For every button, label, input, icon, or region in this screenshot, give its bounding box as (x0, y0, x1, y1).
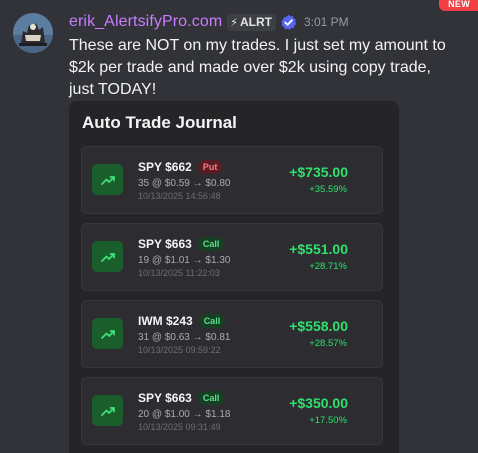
trade-symbol: SPY $663 (138, 237, 192, 251)
trade-percent: +35.59% (309, 184, 347, 195)
trade-time: 10/13/2025 14:56:48 (138, 191, 221, 201)
new-messages-badge[interactable]: NEW (439, 0, 478, 11)
trade-pnl: +$350.00 (289, 395, 348, 411)
trade-card[interactable]: SPY $663 Call 20 @ $1.00 → $1.18 10/13/2… (81, 377, 383, 445)
trade-time: 10/13/2025 11:22:03 (138, 268, 220, 278)
verified-check-icon (280, 14, 297, 31)
trade-symbol: SPY $662 (138, 160, 192, 174)
trade-card[interactable]: SPY $662 Put 35 @ $0.59 → $0.80 10/13/20… (81, 146, 383, 214)
trade-percent: +28.71% (309, 261, 347, 272)
option-type-badge: Call (198, 314, 226, 328)
trade-symbol: IWM $243 (138, 314, 193, 328)
trade-detail: 19 @ $1.01 → $1.30 (138, 255, 231, 266)
trade-detail: 35 @ $0.59 → $0.80 (138, 178, 231, 189)
lightning-icon: ⚡ (230, 16, 238, 29)
avatar-image-icon (13, 13, 53, 53)
trade-pnl: +$735.00 (289, 164, 348, 180)
trade-percent: +28.57% (309, 338, 347, 349)
trade-card[interactable]: SPY $663 Call 19 @ $1.01 → $1.30 10/13/2… (81, 223, 383, 291)
trade-header: SPY $662 Put (138, 160, 223, 174)
message-header: erik_AlertsifyPro.com ⚡ ALRT 3:01 PM (69, 11, 349, 33)
option-type-badge: Call (197, 237, 225, 251)
option-type-badge: Call (197, 391, 225, 405)
username[interactable]: erik_AlertsifyPro.com (69, 13, 222, 31)
trade-header: IWM $243 Call (138, 314, 226, 328)
journal-title: Auto Trade Journal (82, 113, 237, 132)
trade-time: 10/13/2025 09:31:49 (138, 422, 221, 432)
trending-up-icon (92, 241, 123, 272)
server-tag[interactable]: ⚡ ALRT (227, 13, 276, 31)
trade-detail: 20 @ $1.00 → $1.18 (138, 409, 231, 420)
trade-pnl: +$551.00 (289, 241, 348, 257)
trending-up-icon (92, 318, 123, 349)
message-timestamp[interactable]: 3:01 PM (304, 15, 349, 29)
avatar[interactable] (13, 13, 53, 53)
trade-card[interactable]: IWM $243 Call 31 @ $0.63 → $0.81 10/13/2… (81, 300, 383, 368)
trade-time: 10/13/2025 09:59:22 (138, 345, 221, 355)
trade-symbol: SPY $663 (138, 391, 192, 405)
trade-detail: 31 @ $0.63 → $0.81 (138, 332, 231, 343)
trending-up-icon (92, 164, 123, 195)
trade-header: SPY $663 Call (138, 237, 225, 251)
message-content: These are NOT on my trades. I just set m… (69, 37, 446, 98)
option-type-badge: Put (197, 160, 223, 174)
trade-journal-embed[interactable]: Auto Trade Journal SPY $662 Put 35 @ $0.… (69, 101, 399, 453)
trade-pnl: +$558.00 (289, 318, 348, 334)
trade-percent: +17.50% (309, 415, 347, 426)
trade-header: SPY $663 Call (138, 391, 225, 405)
server-tag-label: ALRT (239, 15, 272, 29)
trending-up-icon (92, 395, 123, 426)
